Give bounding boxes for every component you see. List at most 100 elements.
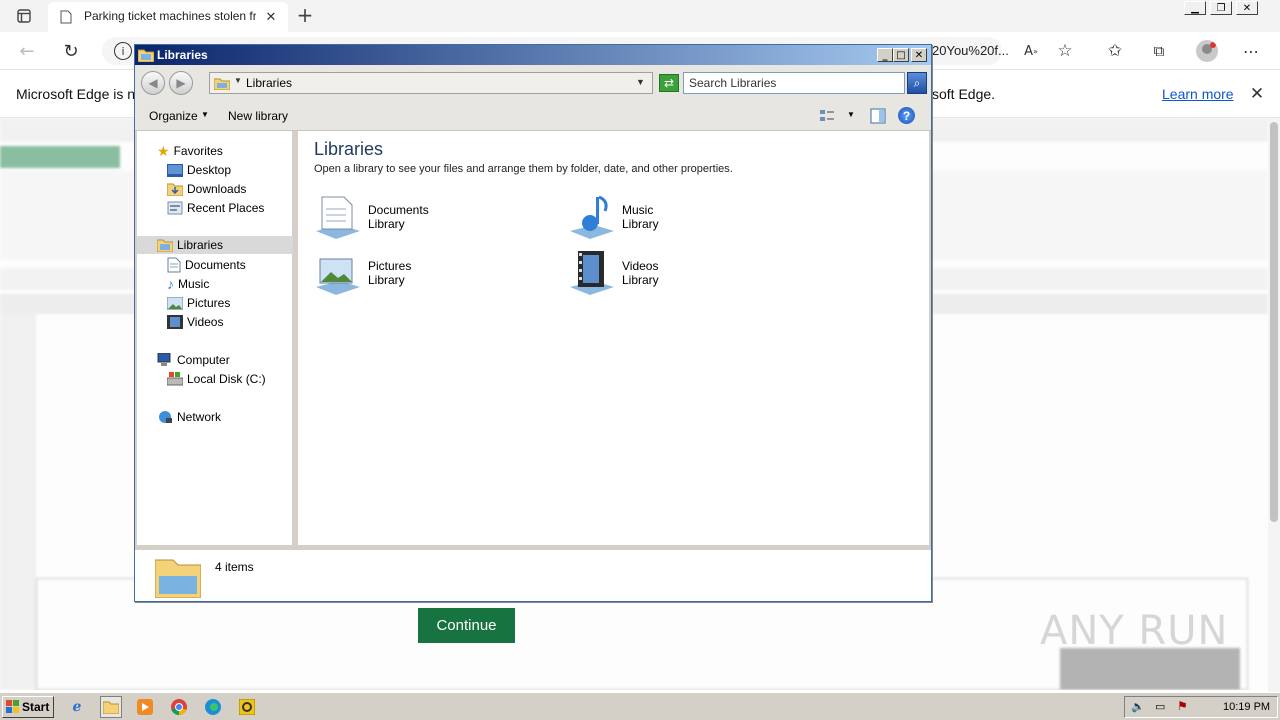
back-arrow-icon[interactable]: ◀ bbox=[141, 71, 165, 95]
forward-arrow-icon[interactable]: ▶ bbox=[169, 71, 193, 95]
libraries-folder-icon bbox=[137, 48, 155, 65]
library-music-type: Library bbox=[622, 217, 659, 231]
library-documents[interactable]: Documents Library bbox=[314, 193, 429, 241]
change-view-icon[interactable] bbox=[819, 109, 835, 126]
back-icon[interactable]: ← bbox=[16, 40, 38, 62]
nav-documents-label: Documents bbox=[185, 258, 246, 272]
norton-icon[interactable] bbox=[236, 696, 258, 718]
tab-title: Parking ticket machines stolen fr bbox=[84, 9, 256, 23]
documents-library-icon bbox=[316, 196, 360, 239]
quick-launch: ℯ bbox=[66, 696, 258, 718]
close-infobar-icon[interactable]: ✕ bbox=[1246, 83, 1268, 105]
search-icon[interactable]: ⌕ bbox=[907, 72, 927, 94]
breadcrumb-chevron-icon[interactable]: ▼ bbox=[234, 76, 242, 85]
refresh-icon[interactable]: ↻ bbox=[60, 40, 82, 62]
browser-tab-active[interactable]: Parking ticket machines stolen fr ✕ bbox=[48, 2, 288, 32]
explorer-taskbar-icon[interactable] bbox=[100, 696, 122, 718]
nav-recent-places-label: Recent Places bbox=[187, 201, 265, 215]
library-documents-type: Library bbox=[368, 217, 405, 231]
content-pane: Libraries Open a library to see your fil… bbox=[298, 131, 929, 545]
volume-icon[interactable]: 🔈 bbox=[1131, 700, 1145, 713]
nav-videos-label: Videos bbox=[187, 315, 224, 329]
nav-music-label: Music bbox=[178, 277, 210, 291]
minimize-icon[interactable]: ▁ bbox=[1184, 1, 1206, 15]
library-documents-name: Documents bbox=[368, 203, 429, 217]
music-library-icon bbox=[570, 195, 614, 239]
clock[interactable]: 10:19 PM bbox=[1223, 701, 1270, 713]
preview-pane-icon[interactable] bbox=[870, 108, 886, 127]
info-icon[interactable]: i bbox=[114, 42, 132, 60]
page-icon bbox=[60, 10, 72, 27]
nav-downloads[interactable]: Downloads bbox=[167, 180, 246, 198]
more-menu-icon[interactable]: ⋯ bbox=[1240, 40, 1262, 62]
library-pictures[interactable]: Pictures Library bbox=[314, 249, 411, 297]
breadcrumb-libraries[interactable]: Libraries bbox=[246, 76, 292, 90]
start-button[interactable]: Start bbox=[2, 696, 54, 718]
nav-documents[interactable]: Documents bbox=[167, 256, 246, 274]
library-videos[interactable]: Videos Library bbox=[568, 249, 659, 297]
nav-pictures[interactable]: Pictures bbox=[167, 294, 230, 312]
explorer-close-icon[interactable]: ✕ bbox=[911, 48, 927, 62]
computer-icon bbox=[157, 353, 171, 366]
windows-logo-icon bbox=[6, 700, 19, 713]
search-libraries-input[interactable]: Search Libraries bbox=[683, 72, 905, 94]
window-controls: ▁ ❐ ✕ bbox=[1184, 1, 1274, 17]
library-pictures-type: Library bbox=[368, 273, 405, 287]
nav-local-disk[interactable]: Local Disk (C:) bbox=[167, 370, 266, 388]
desktop-icon bbox=[167, 163, 183, 177]
nav-favorites-label: Favorites bbox=[173, 144, 223, 158]
close-tab-icon[interactable]: ✕ bbox=[262, 8, 280, 26]
nav-favorites[interactable]: ★ Favorites bbox=[157, 142, 223, 160]
address-dropdown-icon[interactable]: ▼ bbox=[636, 77, 645, 87]
libraries-small-icon bbox=[213, 77, 231, 93]
nav-computer[interactable]: Computer bbox=[157, 351, 230, 369]
url-text: 20You%20f... bbox=[932, 43, 1009, 58]
watermark-logo: ANY RUN bbox=[1040, 608, 1229, 654]
nav-libraries-label: Libraries bbox=[177, 238, 224, 252]
new-library-button[interactable]: New library bbox=[228, 109, 288, 123]
view-dropdown-icon[interactable]: ▼ bbox=[847, 110, 855, 119]
tab-actions-icon[interactable] bbox=[14, 7, 34, 25]
nav-downloads-label: Downloads bbox=[187, 182, 247, 196]
address-breadcrumb[interactable]: ▼ Libraries ▼ bbox=[209, 72, 653, 94]
internet-explorer-icon[interactable]: ℯ bbox=[66, 696, 88, 718]
videos-library-icon bbox=[570, 251, 614, 295]
nav-libraries[interactable]: Libraries bbox=[137, 236, 293, 254]
nav-desktop[interactable]: Desktop bbox=[167, 161, 231, 179]
add-favorite-icon[interactable]: ☆ bbox=[1054, 40, 1076, 62]
learn-more-link[interactable]: Learn more bbox=[1162, 86, 1234, 102]
nav-videos[interactable]: Videos bbox=[167, 313, 223, 331]
restore-icon[interactable]: ❐ bbox=[1210, 1, 1232, 15]
browser-tab-bar: Parking ticket machines stolen fr ✕ + ▁ … bbox=[0, 0, 1280, 32]
action-center-flag-icon[interactable]: ⚑ bbox=[1177, 699, 1188, 713]
organize-button[interactable]: Organize bbox=[149, 109, 198, 123]
media-player-icon[interactable] bbox=[134, 696, 156, 718]
profile-avatar-icon[interactable] bbox=[1196, 40, 1218, 62]
nav-music[interactable]: ♪ Music bbox=[167, 275, 209, 293]
edge-icon[interactable] bbox=[202, 696, 224, 718]
continue-button[interactable]: Continue bbox=[418, 608, 515, 643]
scrollbar-thumb[interactable] bbox=[1270, 122, 1278, 522]
new-tab-button[interactable]: + bbox=[294, 3, 316, 27]
collections-icon[interactable]: ⧉ bbox=[1148, 40, 1170, 62]
explorer-titlebar[interactable]: Libraries _ □ ✕ bbox=[135, 45, 931, 65]
explorer-maximize-icon[interactable]: □ bbox=[893, 48, 909, 62]
videos-icon bbox=[167, 315, 183, 329]
pictures-icon bbox=[167, 296, 183, 310]
help-icon[interactable]: ? bbox=[898, 107, 915, 124]
refresh-go-icon[interactable]: ⇄ bbox=[659, 74, 679, 92]
library-music[interactable]: Music Library bbox=[568, 193, 659, 241]
system-tray: 🔈 ▭ ⚑ 10:19 PM bbox=[1124, 696, 1278, 718]
favorites-icon[interactable]: ✩ bbox=[1104, 40, 1126, 62]
network-tray-icon[interactable]: ▭ bbox=[1155, 700, 1165, 713]
page-scrollbar[interactable] bbox=[1268, 118, 1280, 692]
read-aloud-icon[interactable]: A» bbox=[1020, 40, 1042, 62]
close-window-icon[interactable]: ✕ bbox=[1236, 1, 1258, 15]
organize-dropdown-icon[interactable]: ▼ bbox=[201, 110, 209, 119]
content-description: Open a library to see your files and arr… bbox=[314, 163, 733, 175]
library-pictures-name: Pictures bbox=[368, 259, 412, 273]
nav-recent-places[interactable]: Recent Places bbox=[167, 199, 264, 217]
explorer-minimize-icon[interactable]: _ bbox=[877, 48, 893, 62]
nav-network[interactable]: Network bbox=[157, 408, 221, 426]
chrome-icon[interactable] bbox=[168, 696, 190, 718]
